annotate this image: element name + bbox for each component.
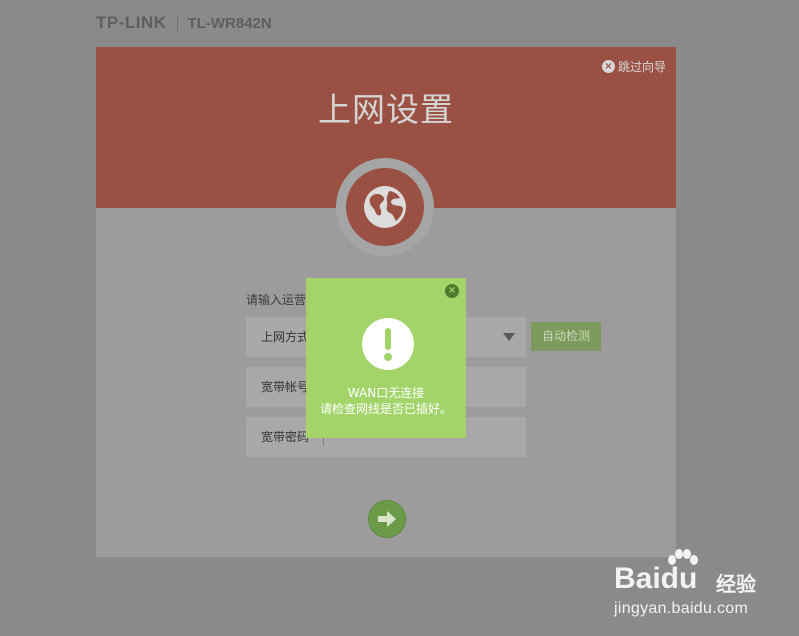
exclamation-icon	[362, 318, 414, 370]
broadband-account-label: 宽带帐号	[261, 380, 310, 394]
brand-header: TP-LINK TL-WR842N	[96, 12, 272, 34]
broadband-password-label: 宽带密码	[261, 430, 310, 444]
isp-prompt-label: 请输入运营	[246, 293, 307, 307]
skip-wizard-label: 跳过向导	[617, 60, 666, 74]
error-hint: 请检查网线是否已插好。	[319, 402, 452, 416]
globe-icon	[364, 186, 406, 228]
auto-detect-button[interactable]: 自动检测	[531, 322, 601, 351]
error-title: WAN口无连接	[347, 386, 425, 400]
page-title: 上网设置	[318, 90, 454, 129]
skip-wizard-link[interactable]: × 跳过向导	[601, 58, 666, 75]
close-circle-icon: ×	[601, 60, 615, 73]
arrow-right-icon	[378, 511, 396, 527]
connection-type-label: 上网方式	[261, 330, 310, 344]
baidu-logo: Baidu	[614, 562, 698, 595]
brand-divider	[176, 15, 178, 31]
baidu-watermark: Baidu 经验 jingyan.baidu.com	[614, 549, 784, 622]
jingyan-label: 经验	[716, 572, 756, 596]
error-message: WAN口无连接 请检查网线是否已插好。	[306, 385, 466, 417]
watermark-url: jingyan.baidu.com	[614, 600, 749, 617]
brand-logo: TP-LINK	[96, 13, 167, 32]
wan-error-dialog: × WAN口无连接 请检查网线是否已插好。	[306, 278, 466, 438]
next-button[interactable]	[368, 500, 406, 538]
router-setup-page: TP-LINK TL-WR842N × 跳过向导 上网设置 请输入运营 上网方式	[0, 0, 799, 636]
router-model: TL-WR842N	[187, 14, 272, 32]
chevron-down-icon	[503, 333, 515, 341]
close-circle-icon[interactable]: ×	[445, 284, 459, 298]
globe-badge	[336, 158, 434, 256]
